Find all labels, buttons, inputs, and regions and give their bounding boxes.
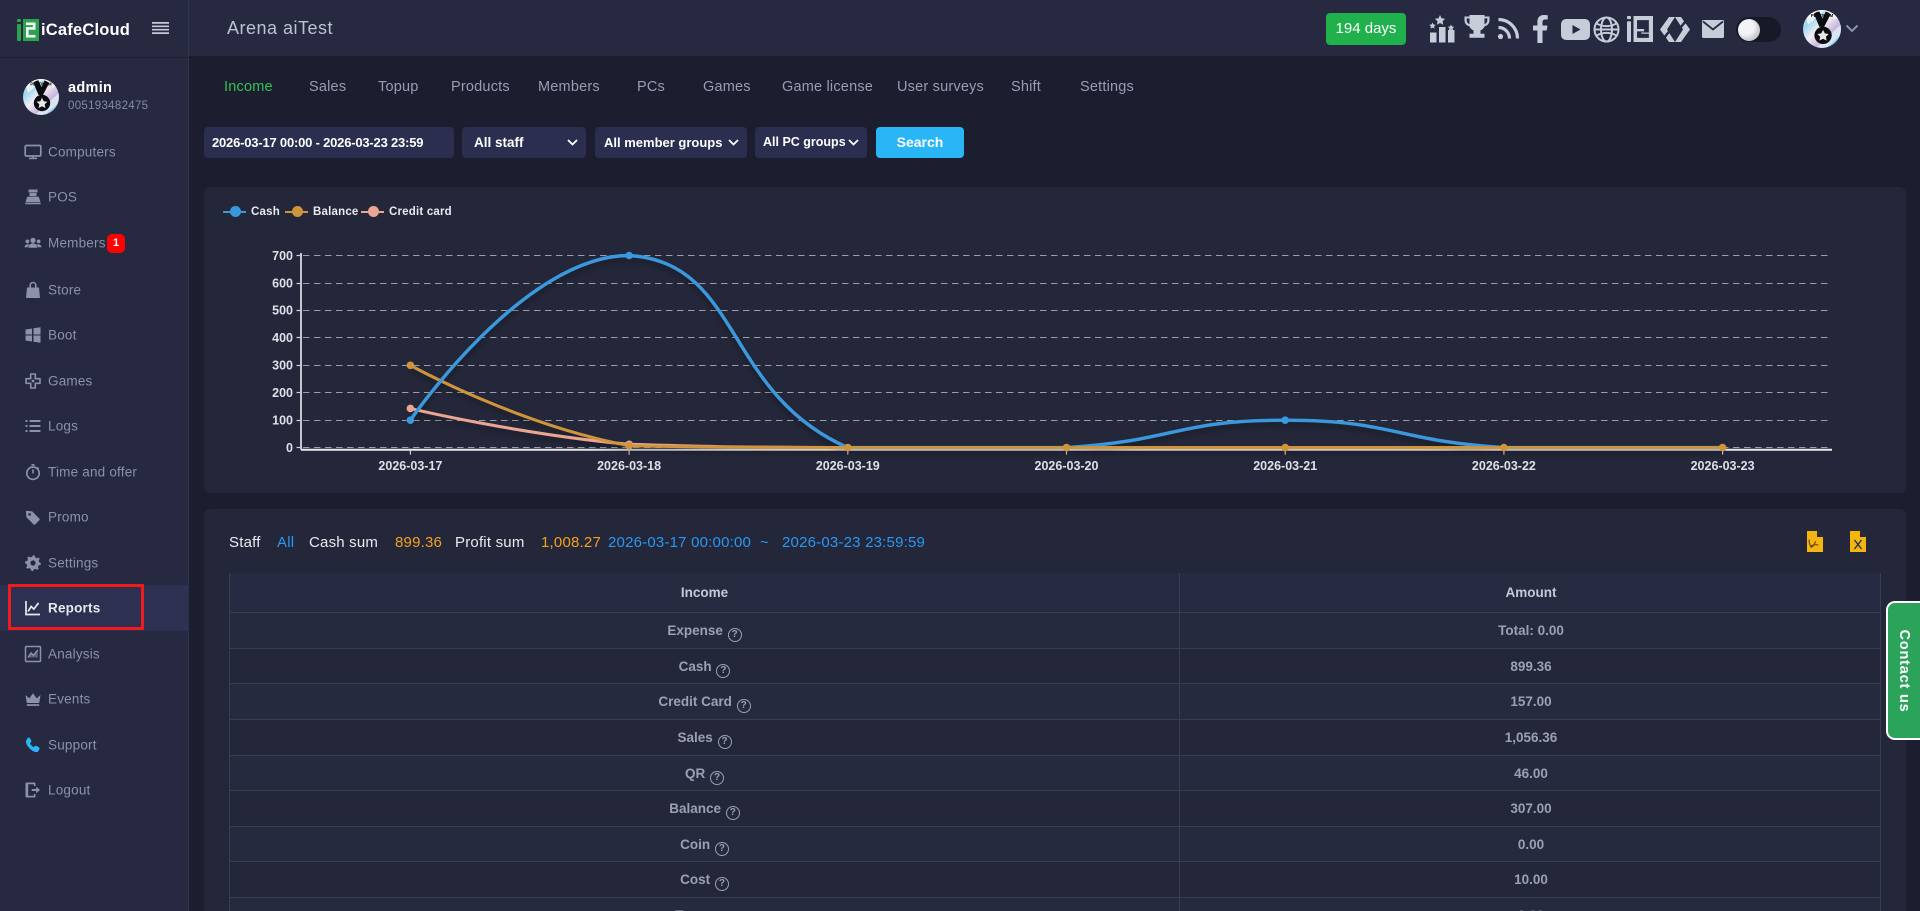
svg-text:600: 600 xyxy=(272,277,293,291)
svg-text:2026-03-18: 2026-03-18 xyxy=(597,459,661,473)
svg-text:700: 700 xyxy=(272,249,293,263)
svg-text:2026-03-23: 2026-03-23 xyxy=(1691,459,1755,473)
svg-text:100: 100 xyxy=(272,414,293,428)
svg-text:PLATINUM: PLATINUM xyxy=(30,82,52,87)
svg-text:500: 500 xyxy=(272,304,293,318)
svg-text:2026-03-22: 2026-03-22 xyxy=(1472,459,1536,473)
svg-text:400: 400 xyxy=(272,331,293,345)
svg-text:2026-03-17: 2026-03-17 xyxy=(378,459,442,473)
svg-text:2026-03-19: 2026-03-19 xyxy=(816,459,880,473)
svg-text:300: 300 xyxy=(272,359,293,373)
svg-text:2026-03-20: 2026-03-20 xyxy=(1035,459,1099,473)
svg-text:2026-03-21: 2026-03-21 xyxy=(1253,459,1317,473)
svg-text:200: 200 xyxy=(272,386,293,400)
svg-text:PLATINUM: PLATINUM xyxy=(1811,13,1834,18)
svg-text:0: 0 xyxy=(286,441,293,455)
